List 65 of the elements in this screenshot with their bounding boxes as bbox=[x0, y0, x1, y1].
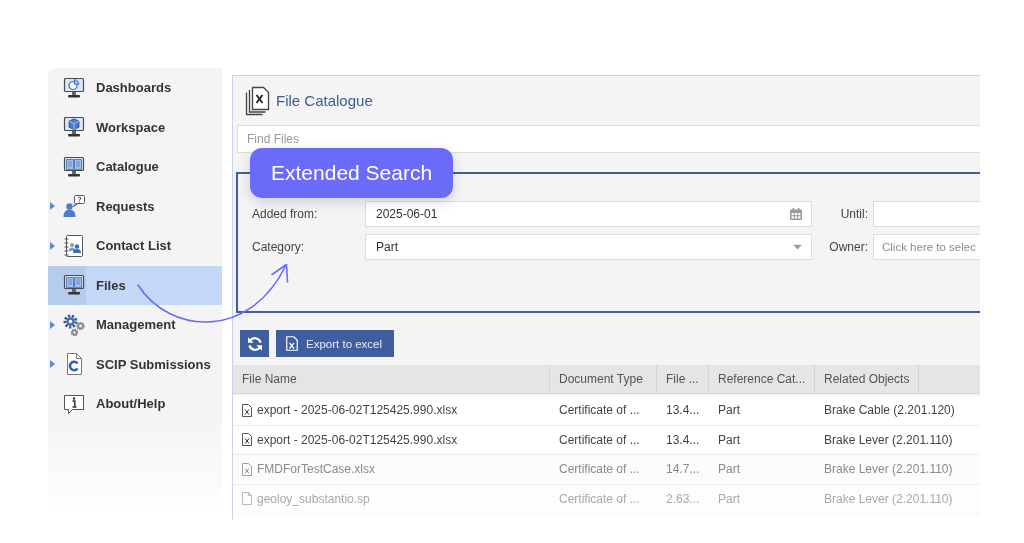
callout-label: Extended Search bbox=[250, 148, 454, 198]
table-cell-text: 2.63... bbox=[665, 491, 701, 506]
dropdown-field[interactable]: Part bbox=[365, 234, 812, 260]
table-cell-text: Certificate of ... bbox=[558, 403, 641, 418]
table-cell-text: Brake Cable (2.201.120) bbox=[823, 403, 956, 418]
document-icon bbox=[242, 492, 252, 506]
address-book-icon bbox=[62, 233, 86, 258]
table-cell-text: Part bbox=[717, 432, 741, 447]
table-cell: export - 2025-06-02T125425.990.xlsx bbox=[257, 403, 458, 418]
gears-icon bbox=[62, 312, 86, 337]
table-cell-text: Certificate of ... bbox=[558, 432, 641, 447]
table-cell: FMDForTestCase.xlsx bbox=[257, 462, 375, 477]
column-header[interactable]: File Name bbox=[233, 365, 550, 393]
table-cell: geoloy_substantio.sp bbox=[257, 491, 370, 506]
search-field[interactable]: Find Files bbox=[237, 125, 980, 153]
excel-file-icon bbox=[242, 433, 252, 447]
table-cell-text: 13.4... bbox=[665, 403, 701, 418]
panel-title: File Catalogue bbox=[276, 92, 373, 109]
sidebar-item[interactable]: Requests bbox=[48, 186, 222, 226]
table-cell-text: Part bbox=[717, 491, 741, 506]
table-cell-text: 13.4... bbox=[665, 432, 701, 447]
column-header[interactable]: Reference Cat... bbox=[709, 365, 815, 393]
person-question-icon bbox=[62, 194, 86, 219]
calendar-icon bbox=[790, 208, 802, 220]
sidebar-item[interactable]: Files bbox=[48, 265, 222, 305]
table-row[interactable]: export - 2025-06-02T125425.990.xlsx Certificate of ... 13.4... Part Brake Lever (2.201.110) bbox=[233, 425, 980, 455]
table-cell-text: Brake Lever (2.201.110) bbox=[823, 491, 954, 506]
column-header[interactable]: File ... bbox=[657, 365, 709, 393]
table-row[interactable]: FMDForTestCase.xlsx Certificate of ... 14.7... Part Brake Lever (2.201.110) bbox=[233, 455, 980, 485]
refresh-button[interactable] bbox=[240, 330, 269, 357]
input-field[interactable]: Click here to selec bbox=[873, 234, 980, 260]
excel-file-icon bbox=[286, 336, 298, 351]
date-field[interactable]: 2025-06-01 bbox=[365, 201, 812, 227]
sidebar-item[interactable]: SCIP Submissions bbox=[48, 344, 222, 384]
file-stack-icon bbox=[245, 85, 271, 116]
table-cell-text: Certificate of ... bbox=[558, 462, 641, 477]
table-cell-text: Brake Lever (2.201.110) bbox=[823, 432, 954, 447]
table-cell-text: 14.7... bbox=[665, 462, 701, 477]
sidebar-item[interactable]: Contact List bbox=[48, 226, 222, 266]
field-label: Added from: bbox=[252, 207, 319, 221]
monitor-cube-icon bbox=[62, 115, 86, 140]
table-cell-text: Brake Lever (2.201.110) bbox=[823, 462, 954, 477]
sidebar-item[interactable]: Dashboards bbox=[48, 68, 222, 108]
monitor-pie-chart-icon bbox=[62, 75, 86, 100]
refresh-icon bbox=[246, 335, 263, 352]
table-cell-text: Part bbox=[717, 462, 741, 477]
column-header[interactable]: Related Objects bbox=[815, 365, 919, 393]
excel-file-icon bbox=[242, 403, 252, 417]
sidebar-item[interactable]: About/Help bbox=[48, 384, 222, 424]
table-cell-text: Certificate of ... bbox=[558, 491, 641, 506]
table-cell: export - 2025-06-02T125425.990.xlsx bbox=[257, 432, 458, 447]
sidebar-item[interactable]: Workspace bbox=[48, 107, 222, 147]
column-header[interactable]: Document Type bbox=[550, 365, 657, 393]
monitor-book-icon bbox=[62, 273, 86, 298]
export-button[interactable]: Export to excel bbox=[276, 330, 395, 357]
field-label: Category: bbox=[252, 240, 306, 254]
caret-icon bbox=[793, 244, 802, 250]
excel-file-icon bbox=[242, 462, 252, 476]
monitor-book-icon bbox=[62, 154, 86, 179]
table-row[interactable]: export - 2025-06-02T125425.990.xlsx Certificate of ... 13.4... Part Brake Cable (2.201.120) bbox=[233, 396, 980, 426]
sidebar-item[interactable]: Catalogue bbox=[48, 147, 222, 187]
field-label: Owner: bbox=[829, 240, 869, 254]
field-label: Until: bbox=[840, 207, 869, 221]
table-cell-text: Part bbox=[717, 403, 741, 418]
sidebar-item[interactable]: Management bbox=[48, 305, 222, 345]
